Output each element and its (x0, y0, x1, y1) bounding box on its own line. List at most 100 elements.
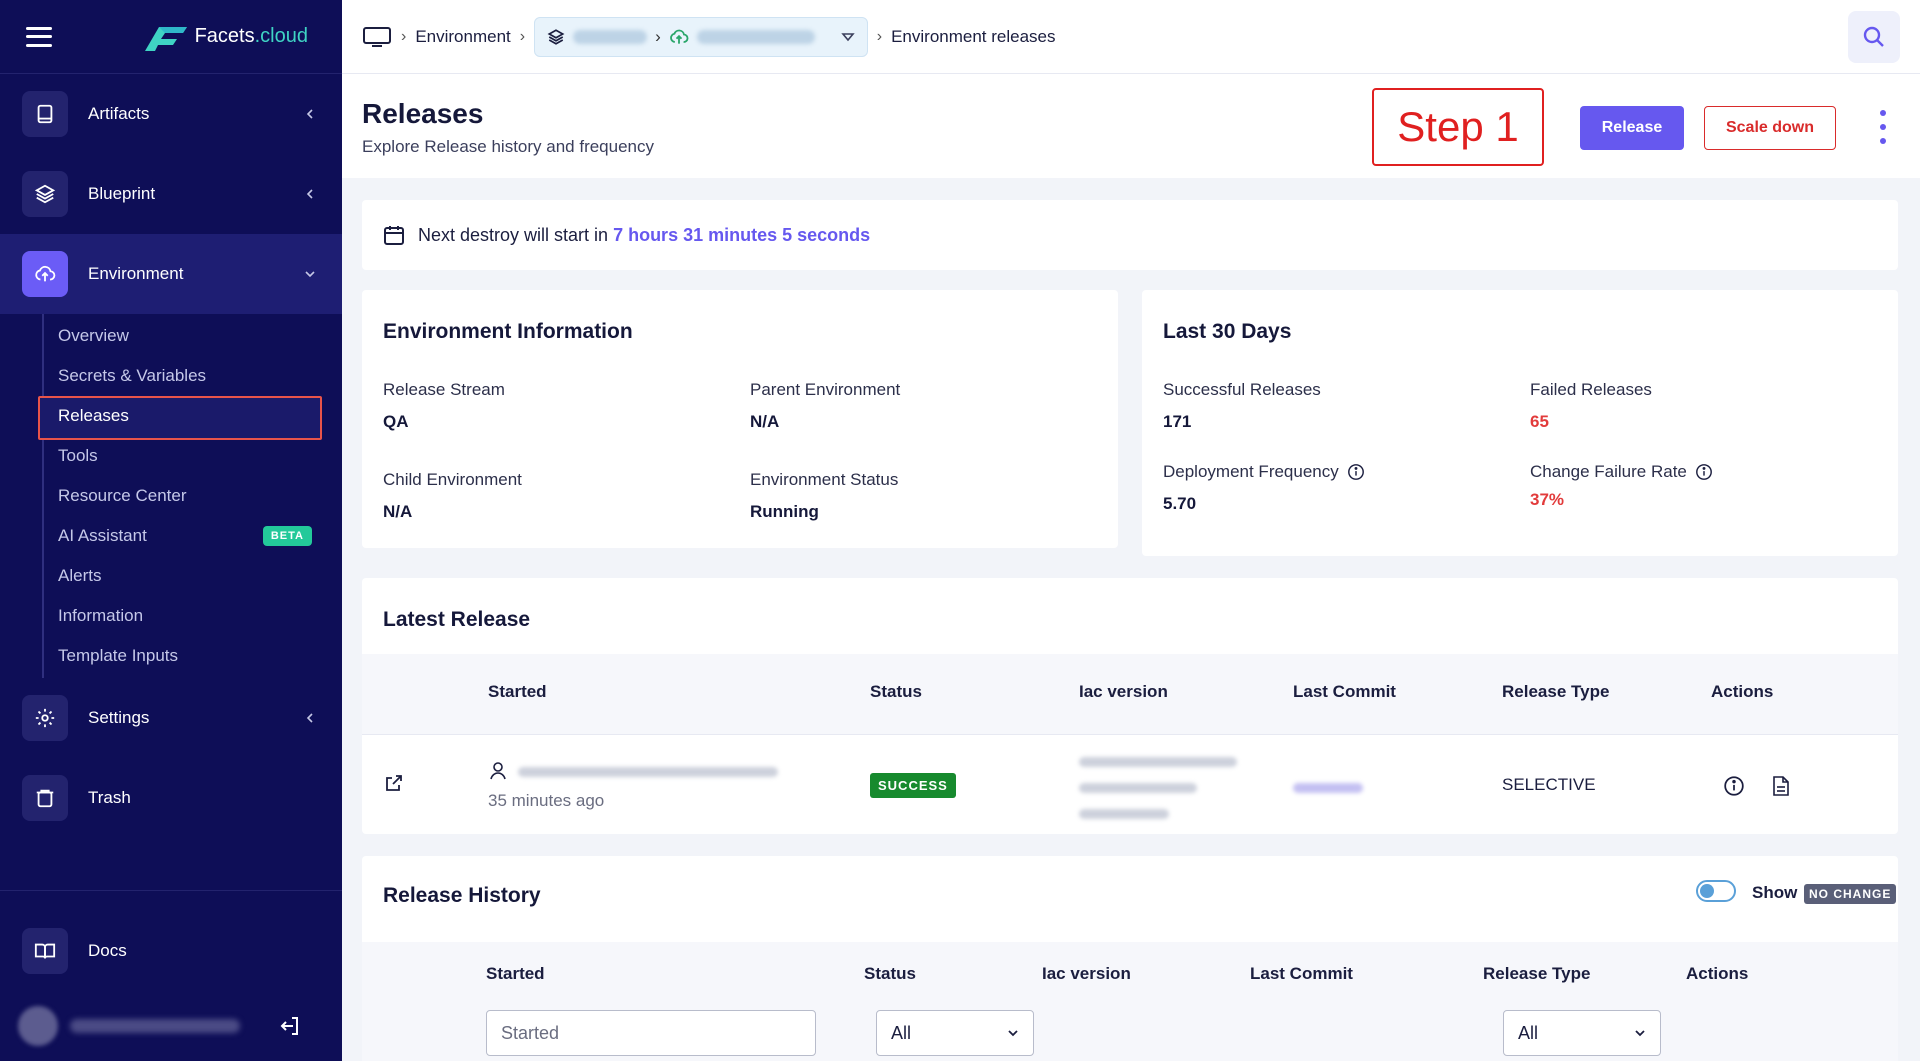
status-badge: SUCCESS (870, 773, 956, 798)
page-subtitle: Explore Release history and frequency (362, 137, 654, 156)
sidebar-item-label: Blueprint (88, 184, 156, 203)
sidebar-footer: Docs (0, 890, 342, 1061)
calendar-icon (384, 226, 404, 245)
logo[interactable]: Facets.cloud (144, 23, 308, 51)
chevron-down-icon (305, 271, 315, 278)
latest-release-card: Latest Release Started Status Iac versio… (362, 578, 1898, 834)
page-title: Releases (362, 98, 484, 129)
sidebar-item-blueprint[interactable]: Blueprint (0, 154, 342, 234)
caret-down-icon (841, 32, 855, 41)
destroy-notice: Next destroy will start in 7 hours 31 mi… (362, 200, 1898, 270)
page-header: Releases Explore Release history and fre… (342, 74, 1920, 178)
sidebar-item-artifacts[interactable]: Artifacts (0, 74, 342, 154)
release-type-filter-select[interactable]: All (1503, 1010, 1661, 1056)
subnav-information[interactable]: Information (44, 596, 342, 636)
card-title: Environment Information (383, 320, 633, 343)
card-title: Latest Release (383, 608, 531, 631)
sidebar-header: Facets.cloud (0, 0, 342, 74)
environment-subnav: Overview Secrets & Variables Releases To… (38, 314, 342, 678)
deployment-frequency-field: Deployment Frequency 5.70 (1163, 462, 1365, 514)
subnav-releases[interactable]: Releases (38, 396, 342, 440)
card-title: Last 30 Days (1163, 320, 1292, 343)
subnav-alerts[interactable]: Alerts (44, 556, 342, 596)
sidebar-item-label: Artifacts (88, 104, 150, 123)
layers-icon (547, 28, 565, 45)
subnav-overview[interactable]: Overview (44, 316, 342, 356)
environment-information-card: Environment Information Release Stream Q… (362, 290, 1118, 548)
parent-environment-field: Parent Environment N/A (750, 380, 901, 431)
book-icon (22, 91, 68, 137)
sidebar-item-environment[interactable]: Environment (0, 234, 342, 314)
sidebar-item-settings[interactable]: Settings (0, 678, 342, 758)
logout-icon[interactable] (278, 1014, 302, 1038)
user-name-blurred (70, 1019, 240, 1033)
change-failure-rate-field: Change Failure Rate 37% (1530, 462, 1713, 510)
started-ago: 35 minutes ago (488, 791, 605, 810)
topbar: › Environment › › › Environment releases (342, 0, 1920, 74)
info-icon[interactable] (1695, 463, 1713, 481)
iac-version-blurred (1079, 757, 1237, 767)
release-history-card: Release History Show NO CHANGE Started S… (362, 856, 1898, 1061)
table-header: Started Status Iac version Last Commit R… (362, 654, 1898, 734)
chevron-left-icon (306, 109, 313, 119)
breadcrumb-separator: › (401, 27, 407, 45)
environment-selector[interactable]: › (534, 16, 868, 57)
status-filter-select[interactable]: All (876, 1010, 1034, 1056)
breadcrumb-separator: › (519, 27, 526, 45)
destroy-countdown: 7 hours 31 minutes 5 seconds (613, 224, 871, 245)
iac-version-blurred (1079, 783, 1197, 793)
child-environment-field: Child Environment N/A (383, 470, 522, 521)
sidebar-item-label: Docs (88, 941, 127, 960)
trash-icon (22, 775, 68, 821)
user-profile[interactable] (0, 991, 342, 1061)
user-icon (490, 762, 506, 780)
chevron-down-icon (1008, 1030, 1018, 1037)
info-icon[interactable] (1723, 775, 1745, 797)
chevron-left-icon (306, 189, 313, 199)
sidebar-item-label: Trash (88, 788, 131, 807)
subnav-resource-center[interactable]: Resource Center (44, 476, 342, 516)
subnav-secrets-variables[interactable]: Secrets & Variables (44, 356, 342, 396)
environment-name-blurred (696, 29, 815, 44)
cloud-upload-icon (22, 251, 68, 297)
environment-status-field: Environment Status Running (750, 470, 899, 521)
demo-icon[interactable] (362, 26, 392, 48)
successful-releases-field: Successful Releases 171 (1163, 380, 1321, 431)
sidebar-item-trash[interactable]: Trash (0, 758, 342, 838)
step-annotation: Step 1 (1372, 88, 1544, 166)
subnav-tools[interactable]: Tools (44, 436, 342, 476)
chevron-down-icon (1635, 1030, 1645, 1037)
sidebar-item-label: Environment (88, 264, 184, 283)
user-email-blurred (518, 767, 778, 777)
info-icon[interactable] (1347, 463, 1365, 481)
sidebar-item-label: Settings (88, 708, 150, 727)
release-type: SELECTIVE (1502, 775, 1596, 794)
search-icon (1863, 26, 1884, 47)
document-icon[interactable] (1771, 775, 1791, 797)
release-stream-field: Release Stream QA (383, 380, 505, 431)
failed-releases-field: Failed Releases 65 (1530, 380, 1652, 431)
open-external-icon[interactable] (384, 773, 404, 793)
menu-icon[interactable] (26, 26, 52, 47)
avatar (18, 1006, 58, 1046)
layers-icon (22, 171, 68, 217)
more-options-icon[interactable] (1878, 110, 1888, 144)
subnav-template-inputs[interactable]: Template Inputs (44, 636, 342, 676)
sidebar-item-docs[interactable]: Docs (0, 911, 342, 991)
card-title: Release History (383, 884, 541, 907)
breadcrumb-separator: › (876, 27, 883, 45)
subnav-ai-assistant[interactable]: AI Assistant BETA (44, 516, 342, 556)
scale-down-button[interactable]: Scale down (1704, 106, 1836, 150)
facets-logo-icon (144, 26, 187, 51)
beta-badge: BETA (262, 526, 312, 546)
last-30-days-card: Last 30 Days Successful Releases 171 Fai… (1142, 290, 1898, 556)
table-row: 35 minutes ago SUCCESS SELECTIVE (362, 734, 1898, 834)
show-no-change-toggle[interactable] (1696, 880, 1736, 902)
search-button[interactable] (1848, 10, 1900, 63)
breadcrumb-environment[interactable]: Environment (415, 27, 510, 47)
chevron-left-icon (306, 713, 313, 723)
last-commit-link-blurred[interactable] (1293, 783, 1363, 793)
breadcrumb-separator: › (655, 26, 661, 46)
release-button[interactable]: Release (1580, 106, 1684, 150)
started-filter-input[interactable] (486, 1010, 816, 1056)
